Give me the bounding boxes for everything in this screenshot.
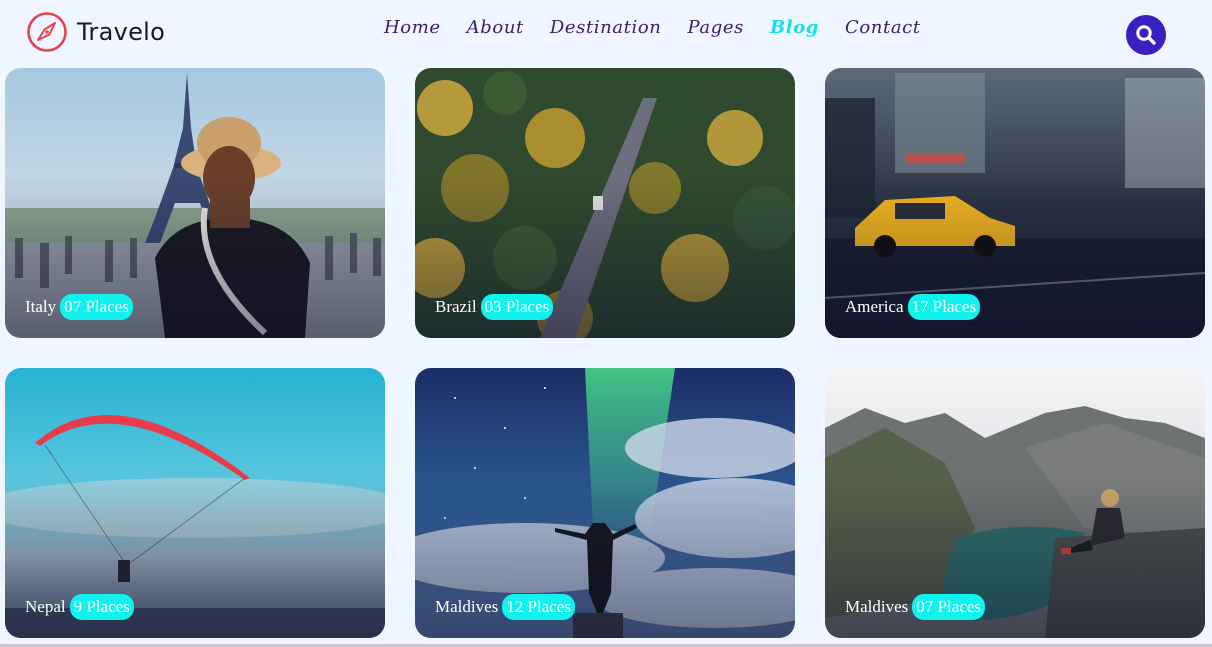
destination-card-nepal[interactable]: Nepal 9 Places <box>5 368 385 638</box>
nav-item-about: About <box>467 17 524 38</box>
nav-link-blog[interactable]: Blog <box>770 17 819 38</box>
destination-name: Maldives <box>435 597 499 616</box>
destination-card-brazil[interactable]: Brazil 03 Places <box>415 68 795 338</box>
destination-card-america[interactable]: America 17 Places <box>825 68 1205 338</box>
destination-card-italy[interactable]: Italy 07 Places <box>5 68 385 338</box>
nav-link-pages[interactable]: Pages <box>688 17 744 38</box>
nav-item-destination: Destination <box>550 17 662 38</box>
nav-link-contact[interactable]: Contact <box>845 17 921 38</box>
card-caption: America 17 Places <box>845 294 981 320</box>
nav-item-blog: Blog <box>770 17 819 38</box>
card-caption: Brazil 03 Places <box>435 294 554 320</box>
destination-name: Maldives <box>845 597 909 616</box>
nav-link-about[interactable]: About <box>467 17 524 38</box>
card-caption: Maldives 12 Places <box>435 594 575 620</box>
main-nav: Home About Destination Pages Blog Contac… <box>384 17 947 38</box>
brand-logo[interactable]: Travelo <box>26 11 165 53</box>
nav-item-pages: Pages <box>688 17 744 38</box>
destination-name: Nepal <box>25 597 66 616</box>
nav-link-home[interactable]: Home <box>384 17 441 38</box>
card-caption: Nepal 9 Places <box>25 594 134 620</box>
places-badge: 9 Places <box>69 594 134 620</box>
compass-icon <box>27 12 67 52</box>
places-badge: 12 Places <box>502 594 575 620</box>
places-badge: 07 Places <box>60 294 133 320</box>
nav-item-home: Home <box>384 17 441 38</box>
destination-card-maldives-aurora[interactable]: Maldives 12 Places <box>415 368 795 638</box>
top-navbar: Travelo Home About Destination Pages Blo… <box>0 0 1212 66</box>
brand-name: Travelo <box>77 18 166 46</box>
card-caption: Maldives 07 Places <box>845 594 985 620</box>
places-badge: 07 Places <box>912 594 985 620</box>
search-icon <box>1136 25 1156 45</box>
nav-item-contact: Contact <box>845 17 921 38</box>
destination-card-maldives-lake[interactable]: Maldives 07 Places <box>825 368 1205 638</box>
destination-name: Italy <box>25 297 57 316</box>
nav-link-destination[interactable]: Destination <box>550 17 662 38</box>
card-caption: Italy 07 Places <box>25 294 133 320</box>
places-badge: 03 Places <box>480 294 554 320</box>
destination-name: Brazil <box>435 297 477 316</box>
destination-name: America <box>845 297 904 316</box>
places-badge: 17 Places <box>907 294 981 320</box>
search-button[interactable] <box>1126 15 1166 55</box>
